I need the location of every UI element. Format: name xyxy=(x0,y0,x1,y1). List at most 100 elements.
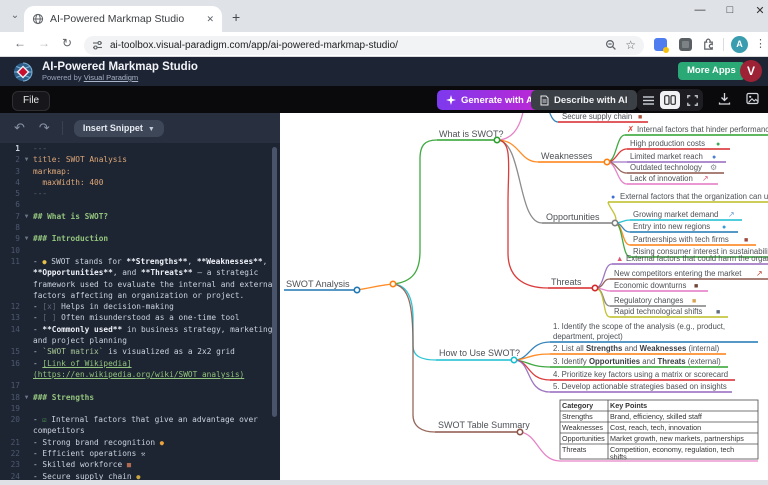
node-circle-root[interactable] xyxy=(354,287,359,292)
editor-line[interactable]: and project planning xyxy=(0,335,280,346)
editor-line[interactable]: 12- [x] Helps in decision-making xyxy=(0,301,280,312)
table-cell-category: Opportunities xyxy=(562,434,605,443)
editor-line[interactable]: competitors xyxy=(0,425,280,436)
editor-only-view-icon[interactable] xyxy=(638,91,658,109)
node-circle-what-is-swot[interactable] xyxy=(494,137,499,142)
editor-line[interactable]: (https://en.wikipedia.org/wiki/SWOT_anal… xyxy=(0,369,280,380)
editor-line[interactable]: 22- Efficient operations ⚒ xyxy=(0,448,280,459)
editor-line[interactable]: 5--- xyxy=(0,188,280,199)
fold-arrow-icon[interactable]: ▼ xyxy=(20,392,33,403)
editor-line[interactable]: framework used to evaluate the internal … xyxy=(0,279,280,290)
fullscreen-view-icon[interactable] xyxy=(682,91,702,109)
editor-line[interactable]: 23- Skilled workforce ■ xyxy=(0,459,280,470)
code-segment: Helps in decision-making xyxy=(56,302,173,311)
extension-icon[interactable] xyxy=(679,38,692,51)
fold-arrow-icon[interactable]: ▼ xyxy=(20,154,33,165)
chart-up-emoji: ↗ xyxy=(728,210,735,219)
code-text: - Efficient operations ⚒ xyxy=(33,448,280,459)
node-circle-how-to-use[interactable] xyxy=(511,357,516,362)
editor-line[interactable]: 3markmap: xyxy=(0,166,280,177)
editor-line[interactable]: 19 xyxy=(0,403,280,414)
editor-line[interactable]: 21- Strong brand recognition ● xyxy=(0,437,280,448)
editor-line[interactable]: 2▼title: SWOT Analysis xyxy=(0,154,280,165)
node-circle-opportunities[interactable] xyxy=(612,220,617,225)
editor-line[interactable]: 10 xyxy=(0,245,280,256)
code-segment: , xyxy=(187,257,196,266)
editor-line[interactable]: 1--- xyxy=(0,143,280,154)
code-segment: Often misunderstood as a one-time tool xyxy=(56,313,239,322)
editor-line[interactable]: 20- ☑ Internal factors that give an adva… xyxy=(0,414,280,425)
node-label-t-regulatory: Regulatory changes xyxy=(614,296,683,305)
node-circle-table-summary[interactable] xyxy=(517,429,522,434)
extensions-puzzle-icon[interactable] xyxy=(701,36,716,56)
editor-code-area[interactable]: 1---2▼title: SWOT Analysis3markmap:4 max… xyxy=(0,143,280,480)
editor-line[interactable]: 8 xyxy=(0,222,280,233)
undo-icon[interactable]: ↶ xyxy=(14,120,25,136)
vp-badge-logo[interactable]: V xyxy=(740,60,762,82)
bookmark-star-icon[interactable]: ☆ xyxy=(625,38,636,52)
extension-icon[interactable] xyxy=(654,38,667,51)
wrench-emoji: ⚒ xyxy=(141,450,145,458)
editor-line[interactable]: 6 xyxy=(0,199,280,210)
editor-line[interactable]: 4 maxWidth: 400 xyxy=(0,177,280,188)
editor-line[interactable]: 14- **Commonly used** in business strate… xyxy=(0,324,280,335)
code-text: maxWidth: 400 xyxy=(33,177,280,188)
money-emoji: ● xyxy=(716,141,720,148)
visual-paradigm-link[interactable]: Visual Paradigm xyxy=(84,73,138,82)
markdown-editor-panel[interactable]: ↶ ↷ Insert Snippet▼ 1---2▼title: SWOT An… xyxy=(0,113,280,480)
editor-line[interactable]: 17 xyxy=(0,380,280,391)
editor-line[interactable]: 16- [Link of Wikipedia] xyxy=(0,358,280,369)
editor-line[interactable]: factors affecting an organization or pro… xyxy=(0,290,280,301)
url-text[interactable]: ai-toolbox.visual-paradigm.com/app/ai-po… xyxy=(110,40,597,51)
editor-line[interactable]: **Opportunities**, and **Threats** — a s… xyxy=(0,267,280,278)
editor-line[interactable]: 24- Secure supply chain ● xyxy=(0,471,280,480)
tab-search-chevron-icon[interactable]: ⌄ xyxy=(6,9,24,25)
node-circle-junction[interactable] xyxy=(390,281,395,286)
toolbar-separator xyxy=(627,93,628,107)
line-number: 12 xyxy=(0,301,20,312)
redo-icon[interactable]: ↷ xyxy=(39,120,50,136)
more-apps-button[interactable]: More Apps xyxy=(678,62,745,80)
node-circle-threats[interactable] xyxy=(592,285,597,290)
app-header: AI-Powered Markmap Studio Powered by Vis… xyxy=(0,57,768,86)
file-menu-button[interactable]: File xyxy=(12,91,50,111)
window-minimize-button[interactable]: — xyxy=(688,4,712,16)
back-button[interactable]: ← xyxy=(14,36,26,50)
generate-with-ai-button[interactable]: Generate with AI xyxy=(437,90,545,110)
editor-line[interactable]: 9▼### Introduction xyxy=(0,233,280,244)
window-maximize-button[interactable]: □ xyxy=(718,4,742,16)
code-text xyxy=(33,222,280,233)
describe-with-ai-button[interactable]: Describe with AI xyxy=(531,90,637,110)
fold-gutter xyxy=(20,256,33,267)
download-icon[interactable] xyxy=(718,92,731,105)
reload-button[interactable]: ↻ xyxy=(62,36,72,50)
node-circle-weaknesses[interactable] xyxy=(604,159,609,164)
insert-snippet-button[interactable]: Insert Snippet▼ xyxy=(74,120,164,137)
site-settings-tune-icon[interactable] xyxy=(92,40,103,51)
editor-line[interactable]: 18▼### Strengths xyxy=(0,392,280,403)
fold-arrow-icon[interactable]: ▼ xyxy=(20,211,33,222)
tab-close-icon[interactable]: ✕ xyxy=(206,14,214,25)
editor-line[interactable]: 15- `SWOT matrix` is visualized as a 2x2… xyxy=(0,346,280,357)
export-image-icon[interactable] xyxy=(746,92,759,105)
editor-line[interactable]: 11- ● SWOT stands for **Strengths**, **W… xyxy=(0,256,280,267)
zoom-out-icon[interactable] xyxy=(605,39,617,51)
code-text: title: SWOT Analysis xyxy=(33,154,280,165)
editor-line[interactable]: 13- [ ] Often misunderstood as a one-tim… xyxy=(0,312,280,323)
editor-scrollbar[interactable] xyxy=(272,147,277,417)
line-number: 16 xyxy=(0,358,20,369)
node-label-o-partnerships: Partnerships with tech firms xyxy=(633,235,729,244)
forward-button[interactable]: → xyxy=(38,36,50,50)
profile-avatar[interactable]: A xyxy=(731,36,748,53)
mindmap-canvas[interactable]: SWOT AnalysisWhat is SWOT?Secure supply … xyxy=(280,113,768,480)
mindmap-panel[interactable]: SWOT AnalysisWhat is SWOT?Secure supply … xyxy=(280,113,768,480)
new-tab-button[interactable]: + xyxy=(232,10,240,24)
browser-menu-icon[interactable]: ⋮ xyxy=(755,37,766,50)
fold-arrow-icon[interactable]: ▼ xyxy=(20,233,33,244)
address-bar[interactable]: ai-toolbox.visual-paradigm.com/app/ai-po… xyxy=(84,36,644,55)
browser-tab[interactable]: AI-Powered Markmap Studio ✕ xyxy=(24,6,222,32)
editor-line[interactable]: 7▼## What is SWOT? xyxy=(0,211,280,222)
split-view-icon[interactable] xyxy=(660,91,680,109)
window-close-button[interactable]: ✕ xyxy=(748,4,768,17)
node-label-step4: 4. Prioritize key factors using a matrix… xyxy=(553,370,728,379)
